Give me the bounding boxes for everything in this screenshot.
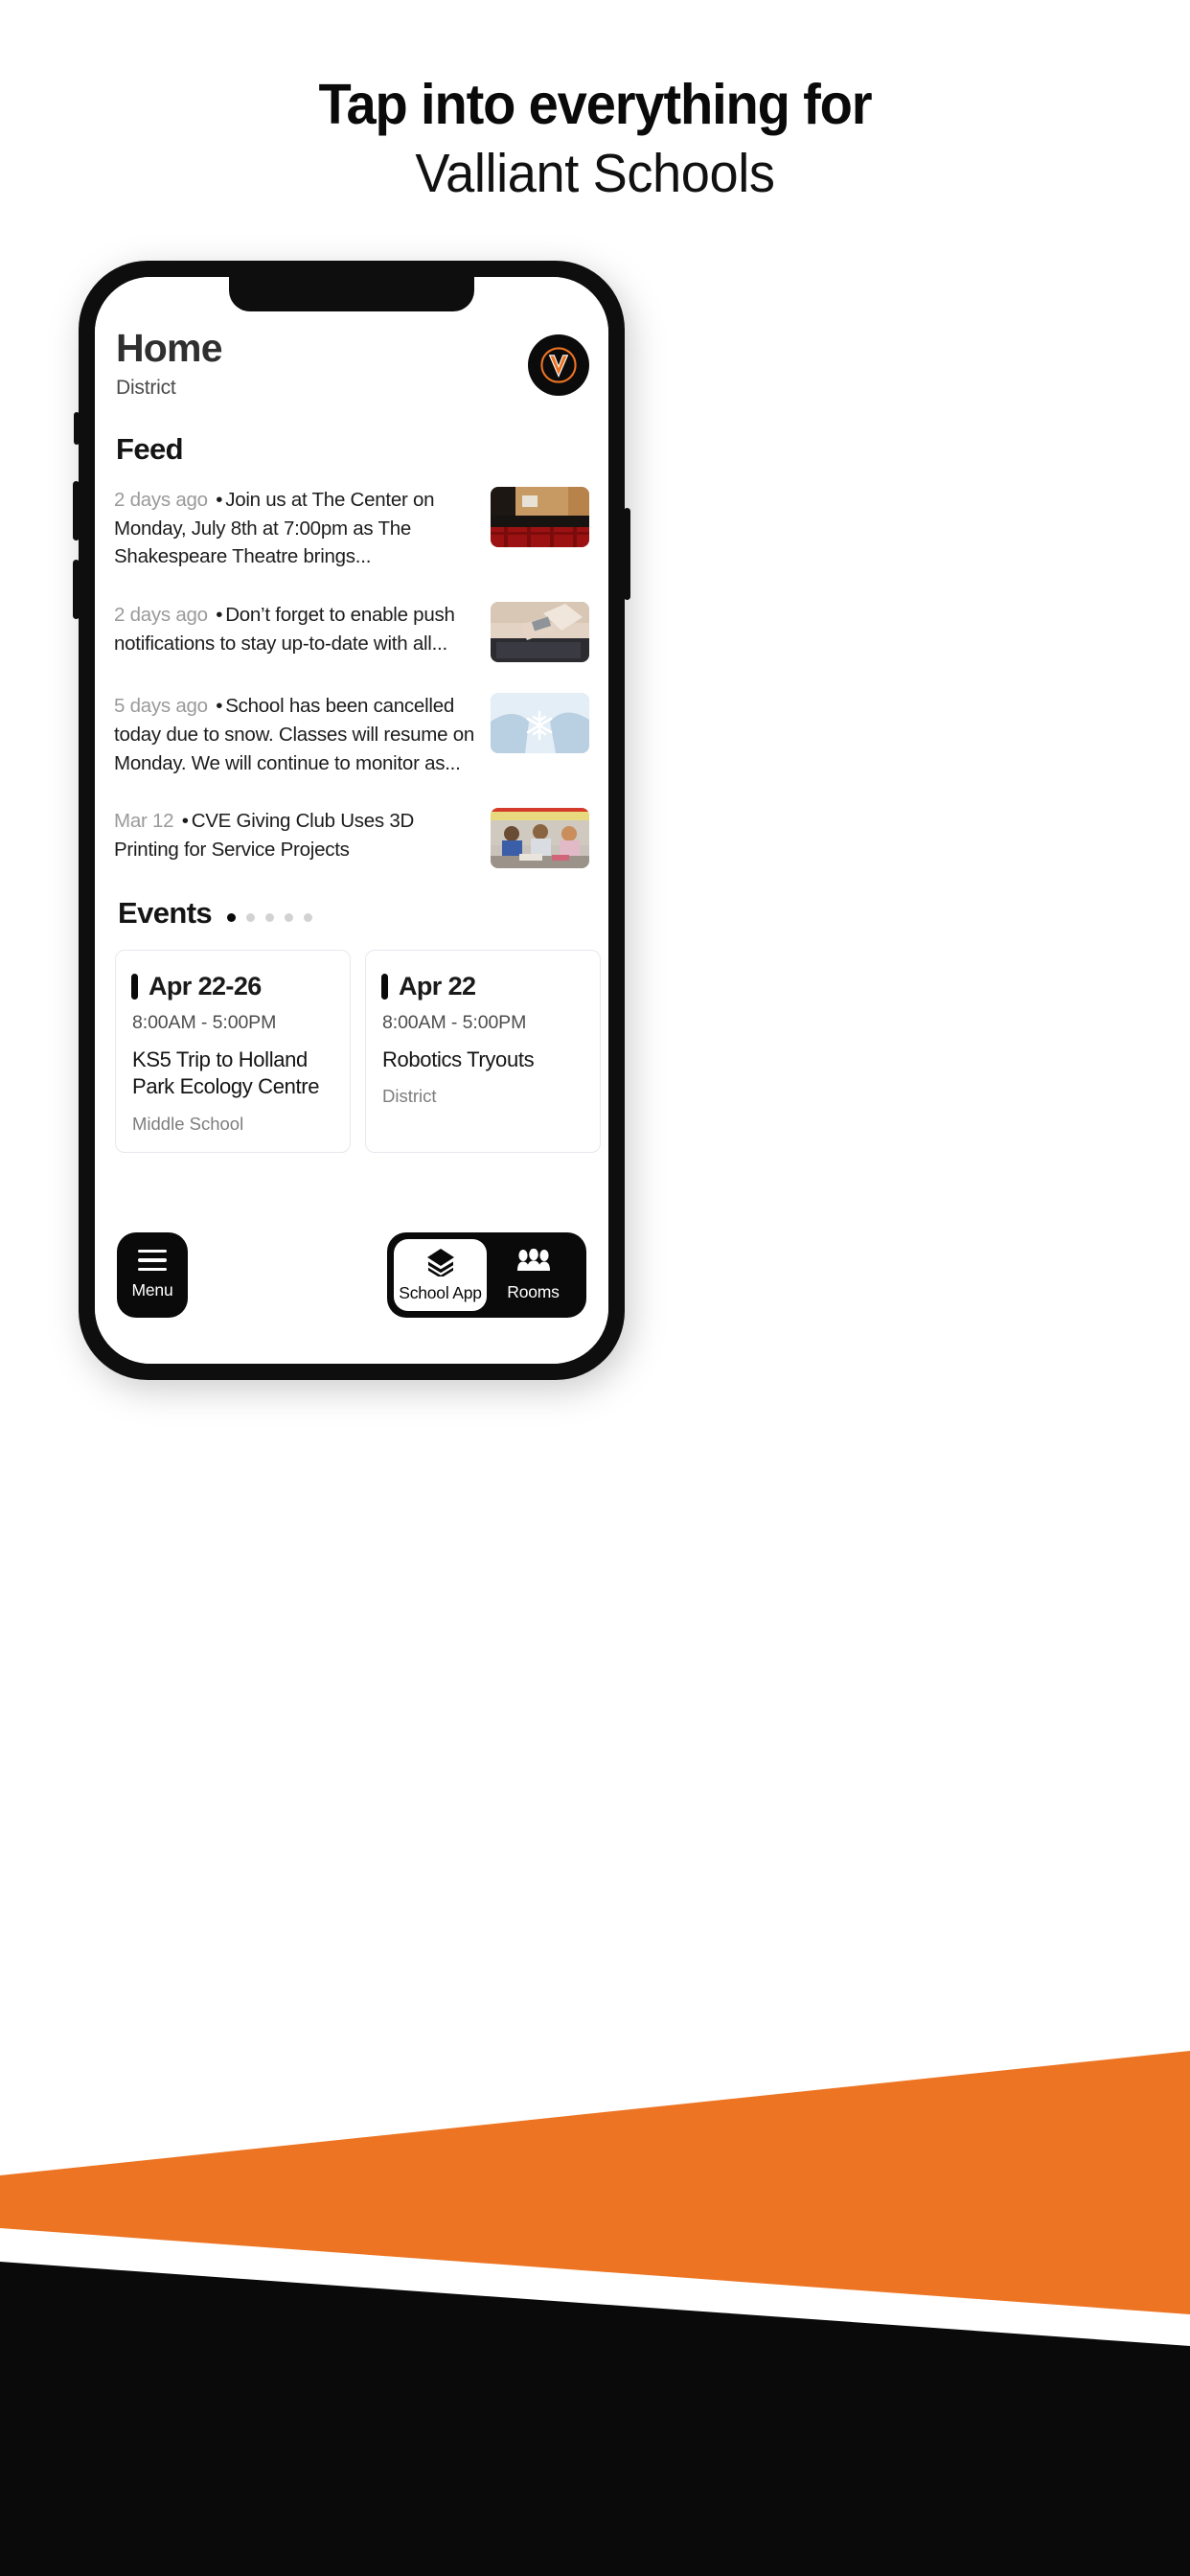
phone-volume-up-button: [73, 481, 80, 540]
phone-in-hands-image: [491, 602, 589, 663]
tab-rooms-label: Rooms: [507, 1281, 560, 1301]
bottom-navigation: Menu School App Rooms: [95, 1232, 608, 1318]
menu-button-label: Menu: [131, 1280, 173, 1300]
event-date-row: Apr 22-26: [131, 972, 332, 1001]
event-card[interactable]: Apr 22-26 8:00AM - 5:00PM KS5 Trip to Ho…: [115, 950, 351, 1153]
event-name: Robotics Tryouts: [382, 1047, 535, 1072]
theatre-seats-image: [491, 487, 589, 547]
pagination-dot[interactable]: [246, 912, 256, 922]
people-group-icon: [516, 1248, 550, 1271]
feed-item-separator: •: [181, 810, 189, 833]
hero-headline: Tap into everything for Valliant Schools: [0, 73, 1190, 206]
event-date: Apr 22: [399, 972, 476, 1001]
feed-item-thumbnail[interactable]: [491, 808, 589, 869]
feed-item[interactable]: 5 days ago • School has been cancelled to…: [114, 690, 589, 777]
promo-page: Tap into everything for Valliant Schools…: [0, 0, 1190, 2576]
tab-rooms[interactable]: Rooms: [487, 1239, 580, 1311]
phone-mute-switch: [74, 412, 80, 445]
hamburger-icon: [138, 1249, 167, 1272]
event-accent-bar: [381, 974, 388, 1000]
feed-item-separator: •: [216, 489, 223, 511]
school-app-screen: Home District Feed 2 days ago • Join us …: [95, 277, 608, 1364]
feed-item-date: 5 days ago: [114, 695, 208, 718]
phone-notch: [229, 277, 474, 311]
menu-button[interactable]: Menu: [117, 1232, 188, 1318]
nav-segment-group: School App Rooms: [387, 1232, 586, 1318]
event-card[interactable]: Apr 22 8:00AM - 5:00PM Robotics Tryouts …: [365, 950, 601, 1153]
events-header: Events: [118, 896, 589, 931]
pagination-dot[interactable]: [227, 912, 237, 922]
feed-item-thumbnail[interactable]: [491, 602, 589, 663]
phone-power-button: [624, 508, 630, 600]
feed-item-date: 2 days ago: [114, 489, 208, 511]
phone-screen: Home District Feed 2 days ago • Join us …: [95, 277, 608, 1364]
headline-line-1: Tap into everything for: [318, 73, 873, 136]
pagination-dot[interactable]: [265, 912, 275, 922]
black-band: [0, 2262, 1190, 2576]
events-pagination[interactable]: [227, 906, 313, 922]
event-organization: District: [382, 1086, 437, 1107]
feed-item-date: Mar 12: [114, 810, 174, 833]
feed-list: 2 days ago • Join us at The Center on Mon…: [114, 484, 589, 869]
tab-school-app[interactable]: School App: [394, 1239, 487, 1311]
feed-section-title: Feed: [116, 432, 184, 466]
snowflake-mittens-image: [491, 693, 589, 754]
headline-line-2: Valliant Schools: [415, 142, 775, 204]
tab-school-app-label: School App: [399, 1282, 482, 1302]
layers-stack-icon: [426, 1248, 454, 1276]
feed-item-text-wrap: 5 days ago • School has been cancelled to…: [114, 690, 477, 777]
header-titles: Home District: [114, 326, 223, 400]
feed-item-separator: •: [216, 604, 223, 627]
event-accent-bar: [131, 974, 138, 1000]
feed-item-date: 2 days ago: [114, 604, 208, 627]
feed-item-text-wrap: 2 days ago • Don’t forget to enable push …: [114, 599, 477, 657]
event-time: 8:00AM - 5:00PM: [382, 1012, 527, 1034]
feed-item[interactable]: 2 days ago • Join us at The Center on Mon…: [114, 484, 589, 571]
page-subtitle: District: [116, 377, 176, 399]
events-section-title: Events: [118, 896, 213, 931]
feed-item-text-wrap: Mar 12 • CVE Giving Club Uses 3D Printing…: [114, 805, 477, 863]
feed-item-separator: •: [216, 695, 223, 718]
district-logo-button[interactable]: [528, 334, 589, 396]
event-date: Apr 22-26: [149, 972, 262, 1001]
phone-volume-down-button: [73, 560, 80, 619]
feed-item-text-wrap: 2 days ago • Join us at The Center on Mon…: [114, 484, 477, 571]
event-date-row: Apr 22: [381, 972, 583, 1001]
event-name: KS5 Trip to Holland Park Ecology Centre: [132, 1047, 320, 1099]
pagination-dot[interactable]: [304, 912, 313, 922]
feed-item-thumbnail[interactable]: [491, 487, 589, 547]
event-time: 8:00AM - 5:00PM: [132, 1012, 277, 1034]
page-title: Home: [116, 326, 223, 370]
events-carousel[interactable]: Apr 22-26 8:00AM - 5:00PM KS5 Trip to Ho…: [115, 950, 601, 1153]
classroom-students-image: [491, 808, 589, 869]
pagination-dot[interactable]: [285, 912, 294, 922]
feed-item[interactable]: Mar 12 • CVE Giving Club Uses 3D Printing…: [114, 805, 589, 869]
feed-item[interactable]: 2 days ago • Don’t forget to enable push …: [114, 599, 589, 663]
event-organization: Middle School: [132, 1113, 244, 1134]
phone-mockup: Home District Feed 2 days ago • Join us …: [73, 261, 630, 1390]
orange-band: [0, 2051, 1190, 2314]
valliant-v-logo-icon: [534, 340, 584, 390]
feed-item-thumbnail[interactable]: [491, 693, 589, 754]
